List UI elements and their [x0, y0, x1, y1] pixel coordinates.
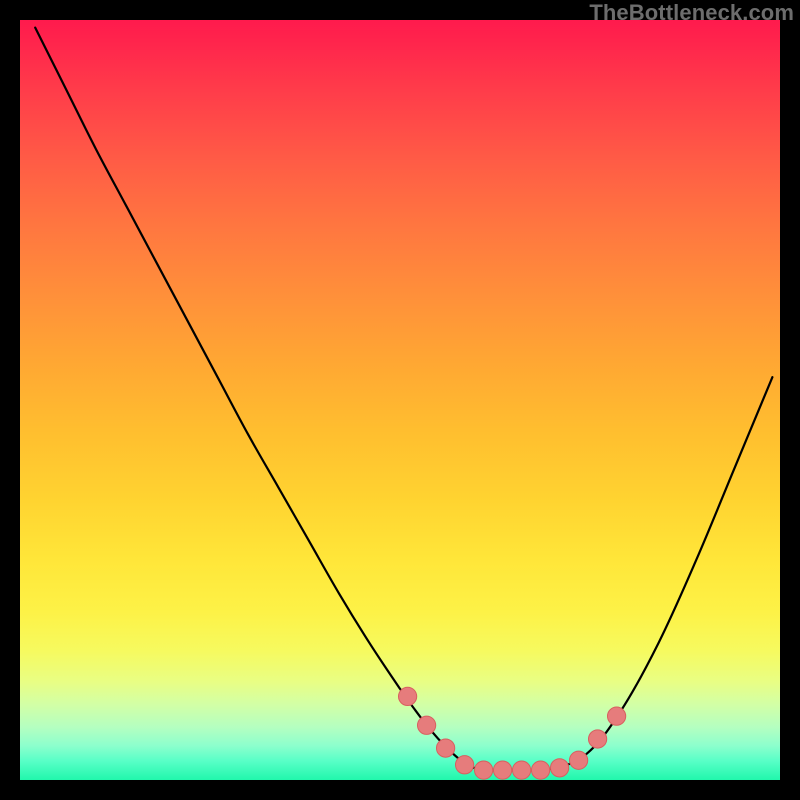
curve-markers — [398, 687, 625, 779]
plot-area — [20, 20, 780, 780]
bottleneck-curve — [35, 28, 772, 771]
curve-marker — [436, 739, 454, 757]
curve-marker — [417, 716, 435, 734]
curve-marker — [550, 759, 568, 777]
curve-marker — [588, 730, 606, 748]
curve-marker — [493, 761, 511, 779]
chart-container: TheBottleneck.com — [0, 0, 800, 800]
curve-marker — [474, 761, 492, 779]
curve-marker — [512, 761, 530, 779]
curve-marker — [398, 687, 416, 705]
curve-marker — [455, 756, 473, 774]
curve-marker — [531, 761, 549, 779]
curve-layer — [20, 20, 780, 780]
watermark-text: TheBottleneck.com — [589, 0, 794, 26]
curve-marker — [607, 707, 625, 725]
curve-marker — [569, 751, 587, 769]
